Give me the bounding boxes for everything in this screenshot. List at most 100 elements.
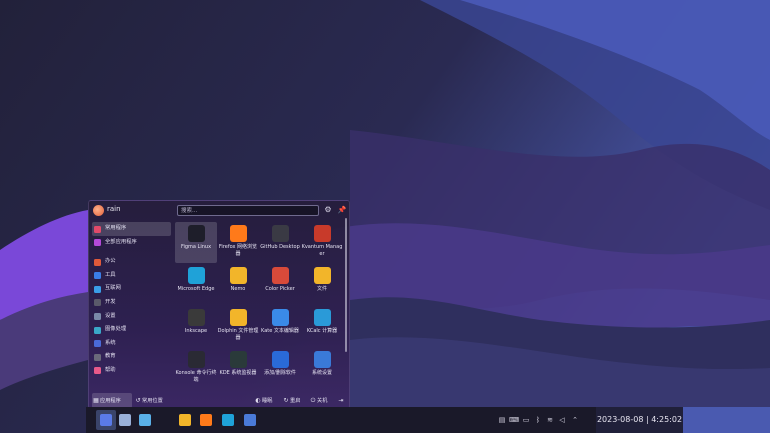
bluetooth-icon[interactable]: ᛒ [533,414,543,426]
app-inkscape[interactable]: Inkscape [175,306,217,347]
sidebar-item-all-apps[interactable]: 全部应用程序 [92,236,171,250]
app-label: GitHub Desktop [260,244,300,250]
sidebar-item-label: 工具 [105,271,116,278]
button-label: 重启 [290,398,301,404]
edge-icon [222,414,234,426]
terminal-icon [187,351,205,368]
taskbar-settings[interactable] [240,410,260,430]
app-system-settings[interactable]: 系统设置 [301,348,343,389]
category-sidebar: 常用程序 全部应用程序 办公 工具 互联网 开发 设置 图像处理 系统 教育 帮… [92,222,171,378]
app-konsole[interactable]: Konsole 命令行终端 [175,348,217,389]
app-label: Inkscape [184,328,208,334]
settings-icon [94,313,101,321]
tab-places[interactable]: ↺常用位置 [134,393,174,408]
clock[interactable]: 2023-08-08 | 4:25:02 [596,407,683,433]
internet-icon [94,285,101,293]
app-files[interactable]: 文件 [301,264,343,305]
sidebar-item-graphics[interactable]: 图像处理 [92,323,171,337]
button-label: 关机 [317,398,328,404]
app-label: Nemo [230,286,246,292]
graphics-icon [94,326,101,334]
app-figma-linux[interactable]: Figma Linux [175,222,217,263]
app-color-picker[interactable]: Color Picker [259,264,301,305]
github-icon [271,225,289,242]
tab-label: 应用程序 [100,398,121,404]
figma-icon [187,225,205,242]
app-kvantum-manager[interactable]: Kvantum Manager [301,222,343,263]
app-kcalc[interactable]: KCalc 计算器 [301,306,343,347]
calculator-icon [313,309,331,326]
configure-icon[interactable]: ⚙ [323,205,333,215]
taskbar-edge[interactable] [218,410,238,430]
keyboard-icon[interactable]: ⌨ [509,414,519,426]
app-github-desktop[interactable]: GitHub Desktop [259,222,301,263]
app-label: Kate 文本编辑器 [261,328,299,334]
app-kate[interactable]: Kate 文本编辑器 [259,306,301,347]
taskbar: ▤ ⌨ ▭ ᛒ ≋ ◁ ⌃ 2023-08-08 | 4:25:02 [86,407,683,433]
logout-icon: ⇥ [338,397,344,404]
sidebar-item-utilities[interactable]: 工具 [92,269,171,283]
search-input[interactable]: 搜索... [177,205,319,216]
sidebar-item-development[interactable]: 开发 [92,296,171,310]
wifi-icon[interactable]: ≋ [545,414,555,426]
package-icon [271,351,289,368]
app-nemo[interactable]: Nemo [217,264,259,305]
battery-icon[interactable]: ▭ [521,414,531,426]
taskbar-launcher-button[interactable] [96,410,116,430]
taskbar-desktop-2[interactable] [135,410,155,430]
development-icon [94,299,101,307]
logout-button[interactable]: ⇥ [337,393,347,408]
clipboard-icon[interactable]: ▤ [497,414,507,426]
app-system-monitor[interactable]: KDE 系统监视器 [217,348,259,389]
app-label: 添加/删除软件 [264,370,296,376]
restart-icon: ↻ [283,397,289,404]
app-add-remove-software[interactable]: 添加/删除软件 [259,348,301,389]
firefox-icon [200,414,212,426]
inkscape-icon [187,309,205,326]
sidebar-item-help[interactable]: 帮助 [92,364,171,378]
user-avatar[interactable] [93,205,104,216]
sidebar-item-education[interactable]: 教育 [92,350,171,364]
sidebar-item-label: 帮助 [105,366,116,373]
sidebar-item-office[interactable]: 办公 [92,255,171,269]
system-monitor-icon [229,351,247,368]
sidebar-item-settings[interactable]: 设置 [92,310,171,324]
sleep-button[interactable]: ◐睡眠 [254,393,280,408]
taskbar-firefox[interactable] [196,410,216,430]
volume-icon[interactable]: ◁ [557,414,567,426]
app-grid-scrollbar[interactable] [345,218,347,352]
chevron-up-icon[interactable]: ⌃ [570,414,580,426]
sidebar-item-internet[interactable]: 互联网 [92,282,171,296]
moon-icon: ◐ [255,397,261,404]
pin-icon[interactable]: 📌 [337,205,347,215]
app-microsoft-edge[interactable]: Microsoft Edge [175,264,217,305]
launcher-header: rain 搜索... ⚙ 📌 [89,201,349,219]
kvantum-icon [313,225,331,242]
button-label: 睡眠 [262,398,273,404]
grid-icon: ▦ [93,397,99,404]
restart-button[interactable]: ↻重启 [282,393,308,408]
sidebar-item-label: 图像处理 [105,326,127,333]
sidebar-item-favorites[interactable]: 常用程序 [92,222,171,236]
username: rain [107,205,121,213]
folder-icon [179,414,191,426]
sidebar-item-label: 开发 [105,298,116,305]
sidebar-item-label: 互联网 [105,285,121,292]
utilities-icon [94,272,101,280]
text-editor-icon [271,309,289,326]
taskbar-desktop-1[interactable] [115,410,135,430]
app-label: 系统设置 [311,370,332,376]
app-dolphin[interactable]: Dolphin 文件管理器 [217,306,259,347]
taskbar-files[interactable] [175,410,195,430]
power-icon: ⏻ [310,397,316,404]
gear-icon [313,351,331,368]
sidebar-item-system[interactable]: 系统 [92,337,171,351]
app-label: Microsoft Edge [177,286,215,292]
sidebar-item-label: 全部应用程序 [105,238,137,245]
tab-applications[interactable]: ▦应用程序 [92,393,132,408]
favorites-icon [94,225,101,233]
app-label: KDE 系统监视器 [219,370,257,376]
office-icon [94,258,101,266]
shutdown-button[interactable]: ⏻ 关机 [309,393,335,408]
app-firefox[interactable]: Firefox 网络浏览器 [217,222,259,263]
